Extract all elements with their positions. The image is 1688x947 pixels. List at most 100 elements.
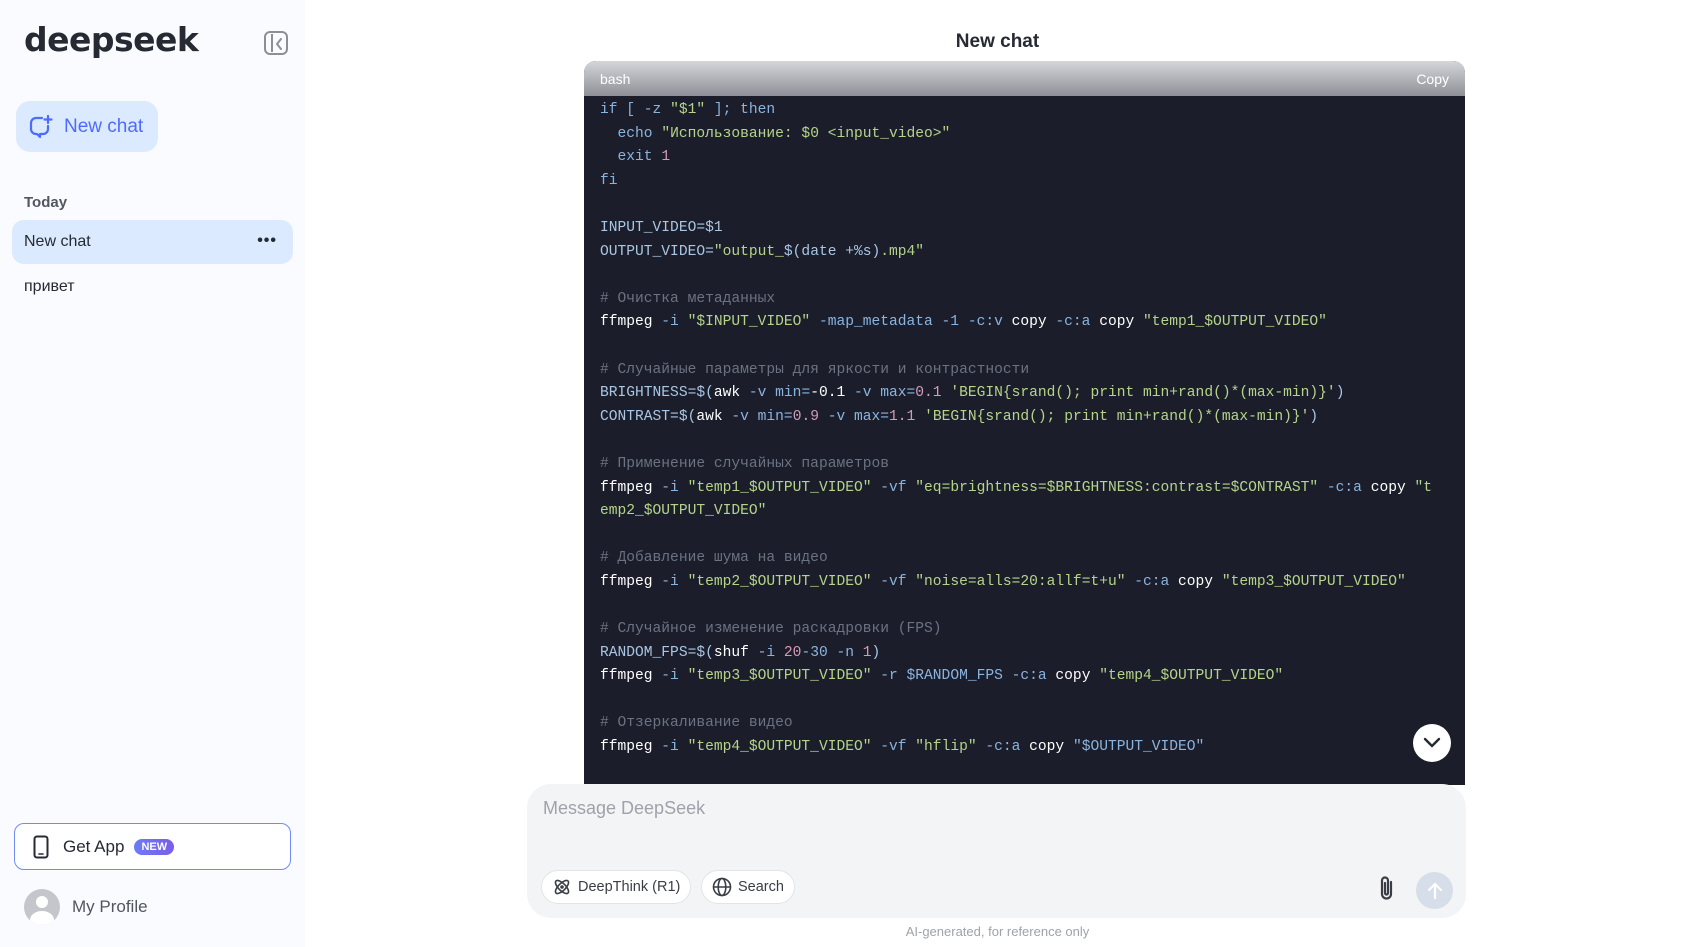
code-line: # Случайное изменение раскадровки (FPS) — [600, 618, 1449, 642]
code-token-flag: -i — [652, 573, 688, 590]
new-chat-button[interactable]: New chat — [16, 101, 158, 152]
more-options-icon[interactable]: ••• — [257, 232, 277, 250]
code-token-plain: CONTRAST=$( — [600, 408, 697, 425]
code-token-cmd: copy — [1178, 573, 1214, 590]
code-token-str: "$1" — [670, 102, 706, 118]
send-button[interactable] — [1416, 872, 1453, 909]
code-line: ffmpeg -i "temp1_$OUTPUT_VIDEO" -vf "eq=… — [600, 477, 1449, 501]
page-title: New chat — [955, 31, 1040, 52]
code-token-plain: ) — [1335, 385, 1345, 402]
attach-file-button[interactable] — [1373, 872, 1401, 904]
code-block: bash Copy if [ -z "$1" ]; then echo "Исп… — [584, 61, 1465, 785]
deepthink-label: DeepThink (R1) — [578, 879, 681, 895]
code-line: ffmpeg -i "temp3_$OUTPUT_VIDEO" -r $RAND… — [600, 665, 1449, 689]
code-line: ffmpeg -i "temp2_$OUTPUT_VIDEO" -vf "noi… — [600, 571, 1449, 595]
code-line: OUTPUT_VIDEO="output_$(date +%s).mp4" — [600, 241, 1449, 265]
code-token-str: "$INPUT_VIDEO" — [687, 314, 811, 331]
code-language-label: bash — [600, 70, 631, 87]
message-input[interactable] — [543, 798, 1443, 838]
code-token-str: emp2_$OUTPUT_VIDEO" — [600, 503, 767, 520]
code-line: # Отзеркаливание видео — [600, 712, 1449, 736]
code-line: ffmpeg -i "temp4_$OUTPUT_VIDEO" -vf "hfl… — [600, 736, 1449, 760]
code-token-str: "temp4_$OUTPUT_VIDEO" — [1099, 668, 1284, 685]
chat-title: привет — [24, 278, 75, 295]
code-token-flag: -30 -n — [801, 644, 863, 661]
avatar-icon — [24, 889, 60, 925]
new-chat-icon — [29, 114, 53, 138]
code-token-cmd: copy — [1099, 314, 1135, 331]
code-token-cmd: shuf — [713, 644, 749, 661]
code-token-flag: -v min= — [722, 408, 793, 425]
code-token-flag: -c:a — [976, 739, 1030, 756]
profile-label: My Profile — [72, 897, 148, 916]
code-line: # Применение случайных параметров — [600, 453, 1449, 477]
ai-disclaimer: AI-generated, for reference only — [905, 924, 1090, 939]
deepseek-logo: deepseek — [24, 20, 199, 59]
code-content: if [ -z "$1" ]; then echo "Использование… — [584, 96, 1465, 760]
phone-icon — [33, 835, 49, 858]
code-header: bash Copy — [584, 61, 1465, 96]
code-token-com: # Добавление шума на видео — [600, 550, 828, 567]
code-line: ffmpeg -i "$INPUT_VIDEO" -map_metadata -… — [600, 311, 1449, 335]
scroll-to-bottom-button[interactable] — [1413, 724, 1451, 762]
code-token-flag: -v min= — [740, 385, 811, 402]
code-token-plain: INPUT_VIDEO=$1 — [600, 219, 723, 236]
sidebar: deepseek New chat Today New chat ••• при… — [0, 0, 305, 947]
search-toggle[interactable]: Search — [701, 870, 795, 904]
code-token-num: 1 — [661, 149, 671, 166]
code-token-var: $RANDOM_FPS — [906, 668, 1003, 685]
code-token-cmd: ffmpeg — [600, 573, 653, 590]
chat-list-item[interactable]: привет — [12, 265, 293, 309]
code-token-str: "temp1_$OUTPUT_VIDEO" — [1143, 314, 1327, 331]
collapse-sidebar-button[interactable] — [264, 31, 288, 55]
code-line: RANDOM_FPS=$(shuf -i 20-30 -n 1) — [600, 642, 1449, 666]
code-token-plain: $(date +%s) — [783, 243, 881, 260]
code-token-cmd: awk — [696, 408, 723, 425]
code-token-flag: -map_metadata -1 -c:v — [810, 314, 1012, 331]
code-token-plain: BRIGHTNESS=$( — [600, 385, 714, 402]
code-token-flag: -vf — [871, 573, 916, 590]
code-token-kw: ]; then — [705, 102, 776, 118]
code-token-flag: -i — [748, 644, 784, 661]
code-line: # Очистка метаданных — [600, 288, 1449, 312]
code-token-str: 'BEGIN{srand(); print min+rand()*(max-mi… — [950, 385, 1336, 402]
chat-title: New chat — [24, 233, 91, 250]
my-profile-button[interactable]: My Profile — [24, 889, 148, 925]
search-label: Search — [738, 879, 784, 895]
code-token-str: "temp1_$OUTPUT_VIDEO" — [687, 479, 872, 496]
code-line: BRIGHTNESS=$(awk -v min=-0.1 -v max=0.1 … — [600, 382, 1449, 406]
code-token-cmd: ffmpeg — [600, 314, 653, 331]
code-line: if [ -z "$1" ]; then — [600, 99, 1449, 123]
code-token-flag: -c:a — [1125, 573, 1179, 590]
code-token-flag: -v max= — [845, 385, 916, 402]
code-token-cmd: awk — [713, 385, 741, 402]
copy-code-button[interactable]: Copy — [1416, 71, 1449, 87]
new-badge: NEW — [134, 838, 175, 855]
code-token-flag: -c:a — [1046, 314, 1100, 331]
chevron-left-icon — [276, 38, 282, 50]
code-token-plain: ) — [1309, 408, 1319, 425]
deepthink-toggle[interactable]: DeepThink (R1) — [541, 870, 692, 904]
chevron-down-icon — [1423, 737, 1441, 748]
code-token-str: "temp4_$OUTPUT_VIDEO" — [687, 739, 872, 756]
code-token-flag: -vf — [871, 479, 916, 496]
code-line: # Случайные параметры для яркости и конт… — [600, 359, 1449, 383]
code-token-flag: -i — [652, 314, 688, 331]
code-line: exit 1 — [600, 146, 1449, 170]
get-app-button[interactable]: Get App NEW — [14, 823, 291, 870]
code-token-cmd: ffmpeg — [600, 739, 653, 756]
code-token-flag: -i — [652, 739, 688, 756]
chat-list-item-active[interactable]: New chat ••• — [12, 220, 293, 264]
code-token-kw: exit — [617, 149, 662, 166]
